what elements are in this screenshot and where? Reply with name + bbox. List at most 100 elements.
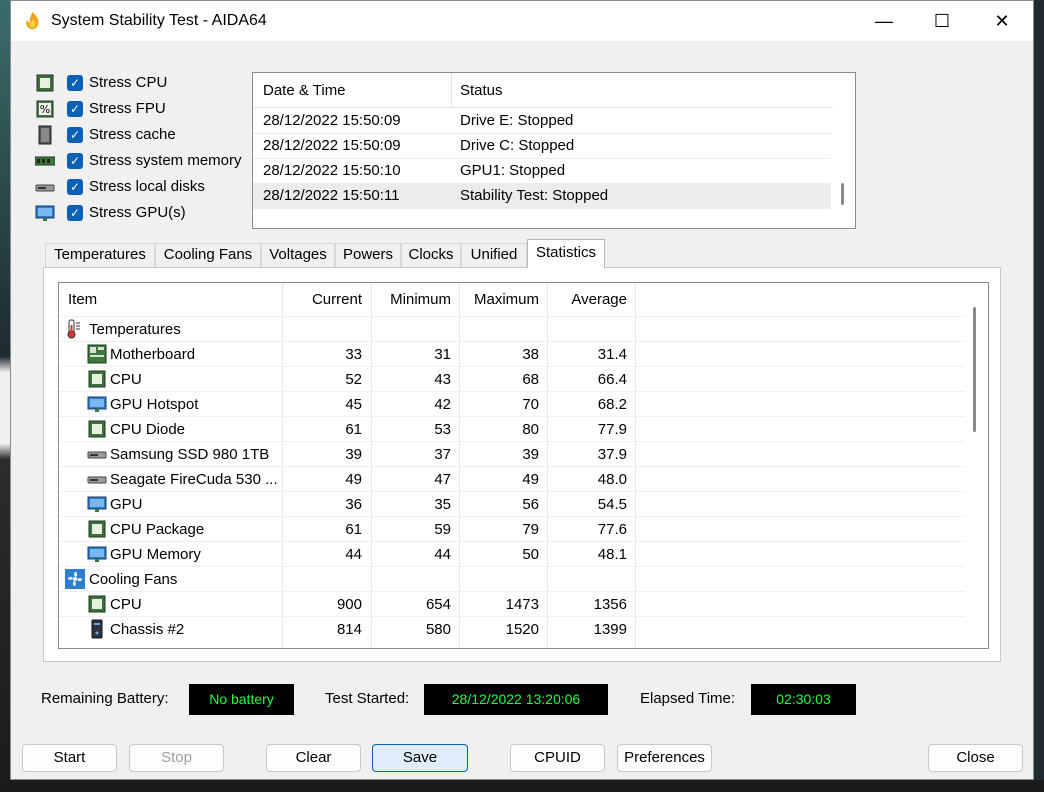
minimize-button[interactable]: —: [861, 5, 907, 37]
statistics-grid[interactable]: Item Current Minimum Maximum Average Tem…: [58, 282, 989, 649]
stress-memory-option[interactable]: ✓ Stress system memory: [35, 151, 255, 171]
stress-cpu-option[interactable]: ✓ Stress CPU: [35, 73, 255, 93]
table-row[interactable]: CPU Package 61 59 79 77.6: [59, 516, 965, 542]
col-header-average[interactable]: Average: [547, 291, 627, 308]
table-row[interactable]: CPU Diode 61 53 80 77.9: [59, 416, 965, 442]
tab-clocks[interactable]: Clocks: [401, 243, 461, 267]
save-button[interactable]: Save: [372, 744, 468, 772]
battery-label: Remaining Battery:: [41, 690, 169, 707]
svg-text:%: %: [40, 103, 50, 116]
tab-powers[interactable]: Powers: [335, 243, 401, 267]
cell-item: Seagate FireCuda 530 ...: [110, 471, 278, 488]
table-row[interactable]: Seagate FireCuda 530 ... 49 47 49 48.0: [59, 466, 965, 492]
log-header-status[interactable]: Status: [460, 82, 503, 99]
log-row-datetime: 28/12/2022 15:50:11: [263, 187, 400, 204]
cell-current: 44: [345, 546, 362, 563]
cell-minimum: 37: [434, 446, 451, 463]
test-started-value: 28/12/2022 13:20:06: [424, 684, 608, 715]
stop-button[interactable]: Stop: [129, 744, 224, 772]
cpu-chip-icon: [36, 74, 54, 92]
log-row-datetime: 28/12/2022 15:50:09: [263, 137, 401, 154]
cell-item: Motherboard: [110, 346, 196, 363]
maximize-button[interactable]: ☐: [919, 5, 965, 37]
close-button[interactable]: Close: [928, 744, 1023, 772]
cell-current: 814: [336, 621, 362, 638]
stress-cpu-checkbox[interactable]: ✓: [67, 75, 83, 91]
cell-average: 66.4: [597, 371, 627, 388]
stress-fpu-option[interactable]: % ✓ Stress FPU: [35, 99, 255, 119]
cell-minimum: 44: [434, 546, 451, 563]
gpu-monitor-icon: [87, 546, 107, 562]
stress-disks-option[interactable]: ✓ Stress local disks: [35, 177, 255, 197]
table-row[interactable]: Chassis #2 814 580 1520 1399: [59, 616, 965, 642]
grid-scrollbar[interactable]: [973, 307, 976, 432]
col-header-maximum[interactable]: Maximum: [459, 291, 539, 308]
preferences-button[interactable]: Preferences: [617, 744, 712, 772]
table-row[interactable]: GPU 36 35 56 54.5: [59, 491, 965, 517]
cell-current: 39: [345, 446, 362, 463]
group-row-temperatures[interactable]: Temperatures: [59, 316, 965, 342]
cell-current: 36: [345, 496, 362, 513]
clear-button[interactable]: Clear: [266, 744, 361, 772]
col-header-minimum[interactable]: Minimum: [371, 291, 451, 308]
table-row[interactable]: Samsung SSD 980 1TB 39 37 39 37.9: [59, 441, 965, 467]
cell-item: GPU: [110, 496, 143, 513]
disk-drive-icon: [87, 476, 107, 484]
motherboard-icon: [87, 344, 107, 364]
log-row-datetime: 28/12/2022 15:50:09: [263, 112, 401, 129]
window-title: System Stability Test - AIDA64: [51, 12, 267, 29]
log-row-selected[interactable]: 28/12/2022 15:50:11 Stability Test: Stop…: [253, 183, 831, 209]
table-row[interactable]: Motherboard 33 31 38 31.4: [59, 341, 965, 367]
cell-minimum: 580: [425, 621, 451, 638]
cell-average: 1356: [593, 596, 627, 613]
chassis-icon: [91, 619, 103, 639]
cell-item: GPU Memory: [110, 546, 201, 563]
battery-value: No battery: [189, 684, 294, 715]
table-row[interactable]: GPU Memory 44 44 50 48.1: [59, 541, 965, 567]
stress-disks-checkbox[interactable]: ✓: [67, 179, 83, 195]
col-header-current[interactable]: Current: [282, 291, 362, 308]
cell-average: 48.1: [597, 546, 627, 563]
table-row[interactable]: CPU 52 43 68 66.4: [59, 366, 965, 392]
log-row-status: Stability Test: Stopped: [460, 187, 609, 204]
tab-temperatures[interactable]: Temperatures: [45, 243, 155, 267]
stress-gpu-option[interactable]: ✓ Stress GPU(s): [35, 203, 255, 223]
log-row[interactable]: 28/12/2022 15:50:09 Drive C: Stopped: [253, 133, 831, 159]
tab-statistics[interactable]: Statistics: [527, 239, 605, 268]
table-row[interactable]: CPU 900 654 1473 1356: [59, 591, 965, 617]
close-icon: ✕: [994, 10, 1010, 31]
stress-cache-option[interactable]: ✓ Stress cache: [35, 125, 255, 145]
tab-voltages[interactable]: Voltages: [261, 243, 335, 267]
tab-cooling-fans[interactable]: Cooling Fans: [155, 243, 261, 267]
cell-minimum: 43: [434, 371, 451, 388]
col-header-item[interactable]: Item: [68, 291, 97, 308]
title-bar[interactable]: System Stability Test - AIDA64 — ☐ ✕: [11, 1, 1033, 41]
tab-unified[interactable]: Unified: [461, 243, 527, 267]
log-row[interactable]: 28/12/2022 15:50:09 Drive E: Stopped: [253, 108, 831, 134]
log-scrollbar[interactable]: [841, 183, 844, 205]
cache-icon: [38, 125, 52, 145]
status-log[interactable]: Date & Time Status 28/12/2022 15:50:09 D…: [252, 72, 856, 229]
cell-item: Samsung SSD 980 1TB: [110, 446, 270, 463]
close-window-button[interactable]: ✕: [979, 5, 1025, 37]
table-row[interactable]: GPU Hotspot 45 42 70 68.2: [59, 391, 965, 417]
stress-cache-label: Stress cache: [89, 126, 176, 143]
start-button[interactable]: Start: [22, 744, 117, 772]
group-row-cooling-fans[interactable]: Cooling Fans: [59, 566, 965, 592]
cell-average: 31.4: [597, 346, 627, 363]
cpuid-button[interactable]: CPUID: [510, 744, 605, 772]
cell-minimum: 59: [434, 521, 451, 538]
desktop-background-bottom: [0, 780, 1044, 792]
log-header-datetime[interactable]: Date & Time: [263, 82, 346, 99]
cpu-chip-icon: [88, 595, 106, 613]
stress-memory-checkbox[interactable]: ✓: [67, 153, 83, 169]
log-row[interactable]: 28/12/2022 15:50:10 GPU1: Stopped: [253, 158, 831, 184]
stress-gpu-checkbox[interactable]: ✓: [67, 205, 83, 221]
stress-cache-checkbox[interactable]: ✓: [67, 127, 83, 143]
cell-minimum: 53: [434, 421, 451, 438]
cell-item: GPU Hotspot: [110, 396, 199, 413]
cell-current: 61: [345, 421, 362, 438]
cell-minimum: 654: [425, 596, 451, 613]
stress-fpu-checkbox[interactable]: ✓: [67, 101, 83, 117]
cell-maximum: 79: [522, 521, 539, 538]
